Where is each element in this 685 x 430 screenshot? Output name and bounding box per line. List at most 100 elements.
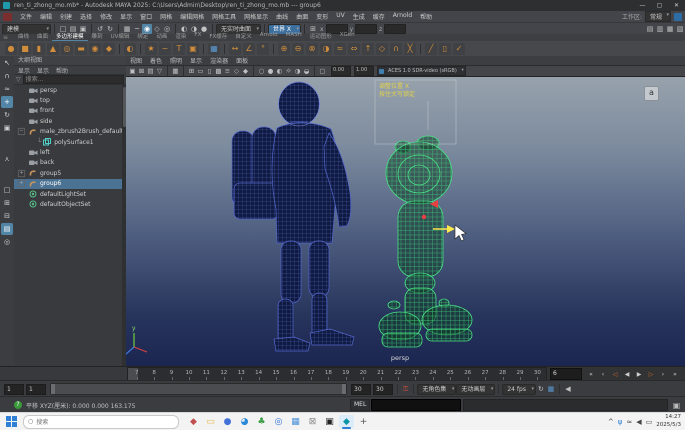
menu-item[interactable]: Arnold (389, 12, 416, 21)
wireframe-mode-icon[interactable]: ○ (257, 67, 266, 76)
loop-playback-icon[interactable]: ↻ (536, 384, 546, 394)
boolean-union-icon[interactable]: ◑ (320, 43, 332, 55)
select-camera-icon[interactable]: ▣ (128, 67, 137, 76)
play-backwards-icon[interactable]: ◀ (621, 368, 633, 380)
frame-tick[interactable]: 7 (128, 368, 145, 380)
safe-title-icon[interactable]: ◆ (241, 67, 250, 76)
range-handle-start[interactable] (51, 384, 55, 394)
uv-editor-icon[interactable]: ▯ (439, 43, 451, 55)
animation-end-field[interactable]: 30 (373, 384, 393, 395)
step-forward-frame-icon[interactable]: › (657, 368, 669, 380)
taskbar-clock[interactable]: 14:27 2025/5/3 (656, 414, 681, 428)
range-bar[interactable] (50, 383, 347, 395)
auto-keyframe-icon[interactable]: ⚿ (403, 385, 408, 394)
outliner-item-back[interactable]: back (14, 158, 126, 168)
poly-cone-icon[interactable]: ▲ (47, 43, 59, 55)
poly-cube-icon[interactable]: ■ (19, 43, 31, 55)
outliner-item-group6[interactable]: + group6 (14, 179, 126, 189)
multi-cut-icon[interactable]: ╳ (404, 43, 416, 55)
outliner-item-top[interactable]: top (14, 95, 126, 105)
expand-toggle-icon[interactable]: − (18, 128, 25, 135)
bridge-icon[interactable]: ∩ (390, 43, 402, 55)
tray-chevron-up-icon[interactable]: ^ (608, 418, 614, 426)
shelf-tab[interactable]: 曲线 (14, 32, 33, 41)
measure-param-icon[interactable]: ° (257, 43, 269, 55)
annotation-corner-button[interactable]: a (644, 86, 659, 101)
isolate-select-icon[interactable]: ▢ (318, 67, 327, 76)
anim-layer-selector[interactable]: 无动画层 (456, 384, 495, 395)
lasso-tool-icon[interactable]: ∩ (1, 70, 13, 82)
shelf-tab[interactable]: XGen (336, 32, 359, 41)
modeling-toolkit-icon[interactable]: ▦ (208, 43, 220, 55)
maximize-button[interactable]: ▢ (651, 0, 668, 11)
menu-item[interactable]: 创建 (56, 12, 76, 21)
lock-camera-icon[interactable]: ⊠ (137, 67, 146, 76)
current-frame-field[interactable]: 6 (550, 368, 582, 380)
sculpt-tool-icon[interactable]: ✓ (453, 43, 465, 55)
exposure-field[interactable]: 0.00 (331, 66, 351, 76)
model-app-icon[interactable]: ◆ (186, 415, 201, 428)
playback-options-icon[interactable]: ▦ (546, 384, 556, 394)
select-tool-icon[interactable]: ↖ (1, 57, 13, 69)
frame-tick[interactable]: 24 (424, 368, 441, 380)
start-button[interactable] (6, 416, 18, 428)
menu-item[interactable]: 曲线 (272, 12, 292, 21)
shadows-icon[interactable]: ◑ (293, 67, 302, 76)
fps-selector[interactable]: 24 fps (502, 384, 536, 395)
frame-tick[interactable]: 27 (476, 368, 493, 380)
outliner-menu-item[interactable]: 帮助 (56, 66, 68, 75)
maya-taskbar-icon[interactable]: ◆ (339, 415, 354, 428)
menu-item[interactable]: 修改 (96, 12, 116, 21)
modeling-toolkit-toggle-icon[interactable]: ▧ (675, 24, 685, 34)
outliner-item-front[interactable]: front (14, 106, 126, 116)
shelf-tab[interactable]: 多边形建模 (52, 32, 88, 41)
menu-item[interactable]: 变形 (312, 12, 332, 21)
playback-end-field[interactable]: 30 (351, 384, 371, 395)
resolution-gate-icon[interactable]: ▯ (205, 67, 214, 76)
platonic-solid-icon[interactable]: ◆ (103, 43, 115, 55)
go-to-end-icon[interactable]: » (669, 368, 681, 380)
separate-icon[interactable]: ⊖ (292, 43, 304, 55)
menu-item[interactable]: 显示 (116, 12, 136, 21)
film-gate-icon[interactable]: ▭ (196, 67, 205, 76)
outliner-item-defaultobjectset[interactable]: defaultObjectSet (14, 199, 126, 209)
layout-split-pane-icon[interactable]: ⊟ (1, 210, 13, 222)
frame-tick[interactable]: 13 (233, 368, 250, 380)
grid-toggle-icon[interactable]: ⊞ (187, 67, 196, 76)
file-explorer-icon[interactable]: ▭ (203, 415, 218, 428)
menu-item[interactable]: 编辑 (36, 12, 56, 21)
menu-item[interactable]: 文件 (16, 12, 36, 21)
frame-tick[interactable]: 21 (372, 368, 389, 380)
attribute-editor-toggle-icon[interactable]: ▤ (645, 24, 655, 34)
layout-outliner-persp-icon[interactable]: ▤ (1, 223, 13, 235)
frame-tick[interactable]: 22 (389, 368, 406, 380)
minimize-button[interactable]: — (634, 0, 651, 11)
menu-item[interactable]: 网格工具 (208, 12, 240, 21)
menu-item[interactable]: 编辑网格 (176, 12, 208, 21)
outliner-item-side[interactable]: side (14, 116, 126, 126)
combine-icon[interactable]: ⊕ (278, 43, 290, 55)
expand-toggle-icon[interactable]: + (18, 170, 25, 177)
shelf-menu-icon[interactable]: ≡ (3, 34, 11, 41)
use-all-lights-icon[interactable]: ☼ (284, 67, 293, 76)
view-transform-selector[interactable]: ACES 1.0 SDR-video (sRGB) (377, 66, 466, 76)
expand-toggle-icon[interactable]: + (18, 180, 25, 187)
search-app-icon[interactable]: ◎ (271, 415, 286, 428)
frame-tick[interactable]: 14 (250, 368, 267, 380)
wifi-icon[interactable]: ≈ (626, 418, 632, 426)
bookmark-icon[interactable]: ▽ (155, 67, 164, 76)
panel-menu-item[interactable]: 着色 (150, 56, 162, 65)
frame-tick[interactable]: 16 (285, 368, 302, 380)
frame-tick[interactable]: 23 (407, 368, 424, 380)
outliner-item-left[interactable]: left (14, 147, 126, 157)
volume-icon[interactable]: ◀ (636, 418, 641, 426)
photos-icon[interactable]: ▣ (322, 415, 337, 428)
smooth-icon[interactable]: ≈ (334, 43, 346, 55)
quad-draw-icon[interactable]: ╱ (425, 43, 437, 55)
frame-tick[interactable]: 28 (494, 368, 511, 380)
script-editor-icon[interactable]: ▣ (671, 400, 682, 411)
shelf-tab[interactable]: 渲染 (171, 32, 190, 41)
frame-tick[interactable]: 19 (337, 368, 354, 380)
frame-tick[interactable]: 15 (267, 368, 284, 380)
workspace-save-icon[interactable] (674, 13, 682, 21)
